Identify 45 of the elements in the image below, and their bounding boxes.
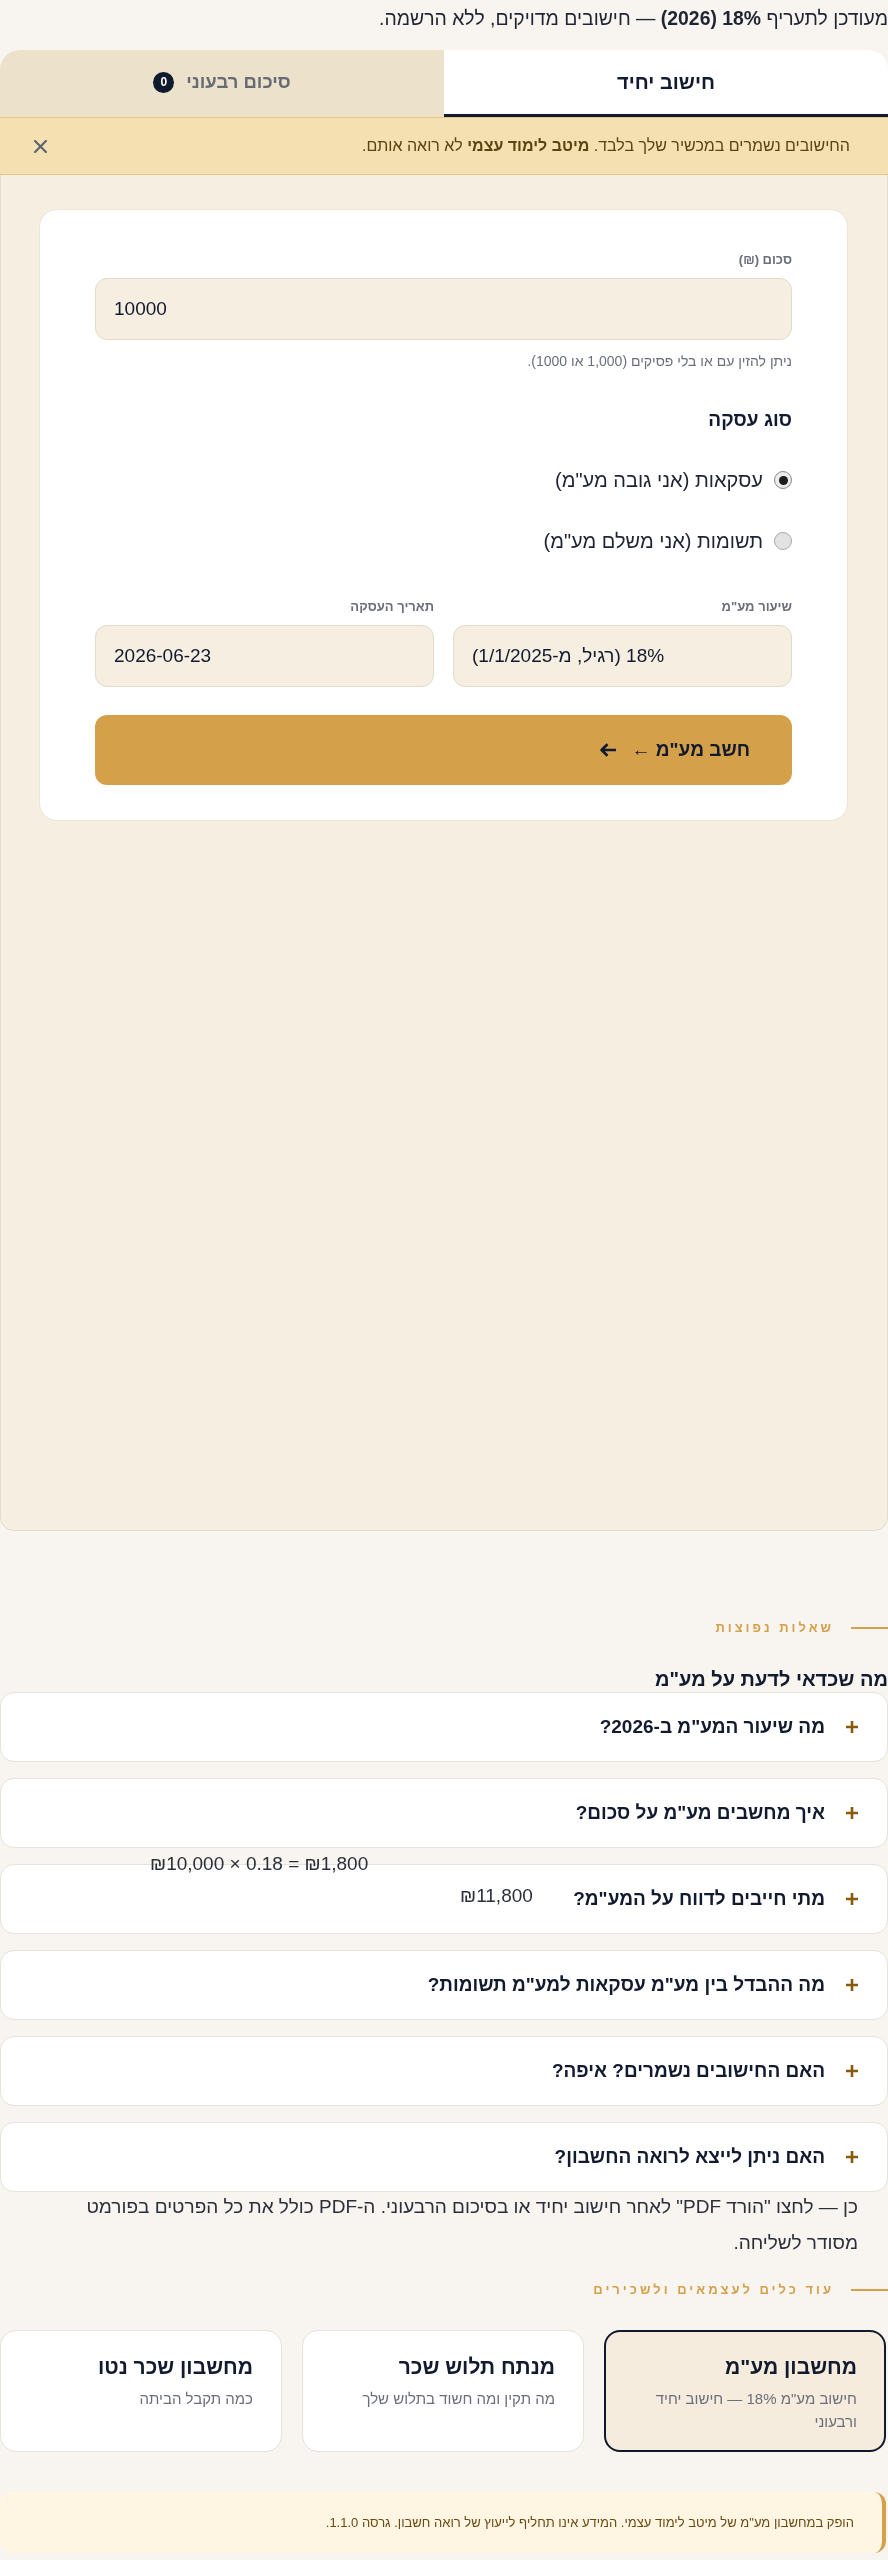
faq-answer: כן — לחצו "הורד PDF" לאחר חישוב יחיד או בסיכום הרבעוני. ה-PDF כולל את כל הפרטים בפורמט מסודר לשליחה.: [85, 2195, 859, 2255]
amount-input[interactable]: 10000: [95, 278, 792, 340]
faq-question[interactable]: האם ניתן לייצא לרואה החשבון?: [0, 2122, 888, 2192]
radio-label[interactable]: עסקאות (אני גובה מע"מ): [555, 468, 763, 492]
answer-text: ₪11,800: [460, 1884, 533, 1908]
notice-text: החישובים נשמרים במכשיר שלך בלבד. מיטב לימוד עצמי לא רואה אותם.: [361, 137, 850, 155]
section-eyebrow: שאלות נפוצות: [715, 1619, 834, 1637]
calculate-button[interactable]: חשב מע"מ ←: [95, 715, 792, 785]
close-button[interactable]: [34, 139, 47, 153]
tool-description: מה תקין ומה חשוד בתלוש שלך: [361, 2389, 555, 2409]
plus-icon: [846, 2065, 858, 2077]
tool-title: מנתח תלוש שכר: [397, 2354, 555, 2380]
radio-button[interactable]: [774, 532, 792, 550]
count-badge: 0: [153, 71, 175, 93]
faq-question[interactable]: מה שיעור המע"מ ב-2026?: [0, 1692, 888, 1762]
tool-card[interactable]: מנתח תלוש שכר מה תקין ומה חשוד בתלוש שלך: [302, 2330, 584, 2452]
field-label: תאריך העסקה: [349, 598, 434, 616]
section-heading: מה שכדאי לדעת על מע"מ: [653, 1667, 888, 1692]
field-hint: ניתן להזין עם או בלי פסיקים (1,000 או 1000).: [526, 352, 792, 371]
plus-icon: [846, 1893, 858, 1905]
faq-question[interactable]: מה ההבדל בין מע"מ עסקאות למע"מ תשומות?: [0, 1950, 888, 2020]
tool-title: מחשבון שכר נטו: [96, 2354, 253, 2380]
tool-description: חישוב מע"מ 18% — חישוב יחיד ורבעוני: [654, 2389, 857, 2432]
plus-icon: [846, 1721, 858, 1733]
tool-description: כמה תקבל הביתה: [138, 2389, 253, 2409]
rate-select[interactable]: 18% (רגיל, מ-1/1/2025): [453, 625, 792, 687]
plus-icon: [846, 2151, 858, 2163]
plus-icon: [846, 1807, 858, 1819]
faq-question[interactable]: איך מחשבים מע"מ על סכום?: [0, 1778, 888, 1848]
tool-title: מחשבון מע"מ: [723, 2354, 857, 2380]
tool-card[interactable]: מחשבון שכר נטו כמה תקבל הביתה: [0, 2330, 282, 2452]
radio-label[interactable]: תשומות (אני משלם מע"מ): [543, 529, 763, 553]
tab[interactable]: חישוב יחיד: [444, 50, 888, 117]
arrow-left-icon: [599, 743, 616, 757]
date-input[interactable]: 2026-06-23: [95, 625, 434, 687]
section-eyebrow: עוד כלים לעצמאים ולשכירים: [593, 2281, 834, 2299]
footer-text: הופק במחשבון מע"מ של מיטב לימוד עצמי. המידע אינו תחליף לייעוץ של רואה חשבון. גרסה 1.1.0.: [325, 2515, 854, 2530]
close-icon: [34, 139, 47, 153]
radio-button[interactable]: [774, 471, 792, 489]
faq-question[interactable]: האם החישובים נשמרים? איפה?: [0, 2036, 888, 2106]
plus-icon: [846, 1979, 858, 1991]
group-title: סוג עסקה: [707, 408, 792, 432]
field-label: סכום (₪): [737, 251, 792, 269]
field-label: שיעור מע"מ: [720, 598, 792, 616]
tool-card[interactable]: מחשבון מע"מ חישוב מע"מ 18% — חישוב יחיד ורבעוני: [604, 2330, 886, 2452]
